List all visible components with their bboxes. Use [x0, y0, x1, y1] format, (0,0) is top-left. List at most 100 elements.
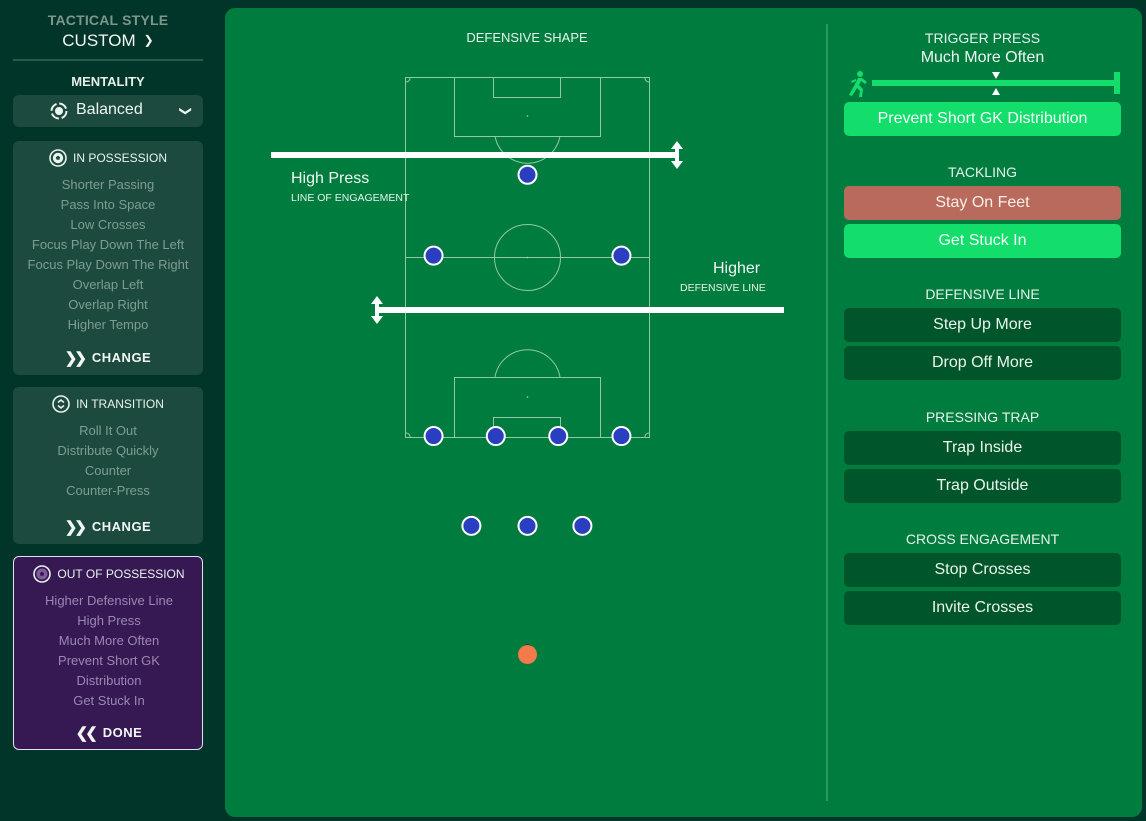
in-possession-change-button[interactable]: ❯❯ CHANGE	[13, 348, 203, 367]
in-possession-card: IN POSSESSION Shorter Passing Pass Into …	[13, 141, 203, 375]
player-marker-striker[interactable]	[517, 164, 538, 185]
mentality-value: Balanced	[76, 101, 143, 118]
out-of-possession-header: OUT OF POSSESSION	[14, 565, 204, 583]
player-dot	[518, 644, 537, 664]
stay-on-feet-button[interactable]: Stay On Feet	[844, 186, 1121, 220]
player-marker-mid-center-right[interactable]	[548, 426, 569, 447]
instruction-item: Focus Play Down The Left	[31, 237, 185, 252]
tactical-style-value: CUSTOM	[62, 31, 136, 50]
defensive-line	[377, 307, 784, 313]
player-marker-goalkeeper[interactable]	[518, 644, 537, 664]
player-marker-mid-right[interactable]	[611, 426, 632, 447]
bottom-penalty-spot	[526, 396, 529, 398]
mentality-balanced-icon	[50, 102, 68, 120]
player-marker-mid-center-left[interactable]	[485, 426, 506, 447]
prevent-short-gk-distribution-button[interactable]: Prevent Short GK Distribution	[844, 102, 1121, 136]
tackling-title: TACKLING	[948, 164, 1017, 180]
defensive-line-title: DEFENSIVE LINE	[925, 286, 1040, 302]
top-penalty-area	[454, 77, 601, 137]
player-marker-att-mid-right[interactable]	[611, 245, 632, 266]
double-chevron-left-icon: ❮❮	[75, 725, 98, 742]
player-dot	[517, 164, 538, 185]
instruction-item: Counter	[84, 463, 132, 478]
step-up-more-button[interactable]: Step Up More	[844, 308, 1121, 342]
cross-engagement-title: CROSS ENGAGEMENT	[905, 531, 1060, 547]
chevron-down-icon: ❯	[143, 33, 154, 47]
get-stuck-in-button[interactable]: Get Stuck In	[844, 224, 1121, 258]
out-of-possession-icon	[33, 565, 52, 583]
player-marker-mid-left[interactable]	[423, 426, 444, 447]
instruction-item: Overlap Left	[72, 277, 144, 292]
player-marker-cb-center[interactable]	[517, 515, 538, 536]
instruction-item: Overlap Right	[68, 297, 148, 312]
change-label: CHANGE	[91, 519, 152, 534]
player-marker-att-mid-left[interactable]	[423, 245, 444, 266]
out-of-possession-card: OUT OF POSSESSION Higher Defensive Line …	[13, 556, 203, 750]
corner-arc	[405, 432, 411, 438]
sidebar: TACTICAL STYLE CUSTOM ❯ MENTALITY Balance…	[13, 0, 203, 821]
stop-crosses-button[interactable]: Stop Crosses	[844, 553, 1121, 587]
out-of-possession-title: OUT OF POSSESSION	[57, 567, 185, 581]
slider-thumb-marker[interactable]	[992, 88, 1000, 95]
vertical-divider	[826, 24, 828, 801]
player-marker-cb-right[interactable]	[572, 515, 593, 536]
instruction-item: Shorter Passing	[61, 177, 155, 192]
in-transition-header: IN TRANSITION	[13, 395, 203, 413]
top-penalty-arc	[494, 135, 561, 164]
done-label: DONE	[102, 725, 143, 740]
player-dot	[517, 515, 538, 536]
slider-track[interactable]	[872, 80, 1120, 86]
pitch-diagram	[271, 77, 784, 664]
line-of-engagement-label: LINE OF ENGAGEMENT	[291, 192, 410, 204]
in-transition-card: IN TRANSITION Roll It Out Distribute Qui…	[13, 387, 203, 544]
line-of-engagement-value: High Press	[291, 170, 370, 187]
slider-thumb-marker[interactable]	[992, 72, 1000, 79]
instruction-item: Low Crosses	[70, 217, 146, 232]
invite-crosses-button[interactable]: Invite Crosses	[844, 591, 1121, 625]
trap-outside-button[interactable]: Trap Outside	[844, 469, 1121, 503]
player-dot	[461, 515, 482, 536]
instruction-item: Focus Play Down The Right	[27, 257, 189, 272]
bottom-penalty-arc	[494, 349, 561, 378]
player-dot	[611, 426, 632, 447]
corner-arc	[405, 77, 411, 83]
player-dot	[611, 245, 632, 266]
instruction-item: Get Stuck In	[73, 693, 145, 708]
pressing-trap-title: PRESSING TRAP	[925, 409, 1040, 425]
players-layer	[423, 164, 632, 664]
mentality-dropdown[interactable]: Balanced ❯	[13, 95, 203, 127]
instruction-item: High Press	[77, 613, 141, 628]
out-of-possession-done-button[interactable]: ❮❮ DONE	[14, 723, 204, 742]
player-dot	[572, 515, 593, 536]
instruction-item: Higher Defensive Line	[45, 593, 173, 608]
center-spot	[526, 256, 529, 259]
in-transition-change-button[interactable]: ❯❯ CHANGE	[13, 517, 203, 536]
transition-icon	[52, 395, 70, 413]
trigger-press-value: Much More Often	[920, 49, 1045, 66]
instruction-item: Higher Tempo	[67, 317, 149, 332]
in-possession-header: IN POSSESSION	[13, 149, 203, 167]
drop-off-more-button[interactable]: Drop Off More	[844, 346, 1121, 380]
double-chevron-right-icon: ❯❯	[64, 350, 87, 367]
slider-end-cap	[1114, 72, 1120, 94]
player-marker-cb-left[interactable]	[461, 515, 482, 536]
trigger-press-slider[interactable]	[844, 70, 1121, 100]
tactical-style-dropdown[interactable]: CUSTOM ❯	[13, 31, 203, 51]
top-goal-area	[493, 77, 561, 98]
instruction-item: Counter-Press	[66, 483, 150, 498]
line-of-engagement	[271, 152, 679, 158]
defensive-line-label: DEFENSIVE LINE	[680, 282, 766, 294]
instruction-item: Distribution	[76, 673, 142, 688]
instruction-item: Prevent Short GK	[58, 653, 160, 668]
trigger-press-title: TRIGGER PRESS	[924, 30, 1041, 46]
in-possession-title: IN POSSESSION	[72, 151, 168, 165]
divider	[13, 59, 203, 61]
change-label: CHANGE	[91, 350, 152, 365]
top-penalty-spot	[526, 115, 529, 117]
in-transition-title: IN TRANSITION	[76, 397, 164, 411]
trap-inside-button[interactable]: Trap Inside	[844, 431, 1121, 465]
player-dot	[548, 426, 569, 447]
double-chevron-right-icon: ❯❯	[64, 519, 87, 536]
corner-arc	[644, 77, 650, 83]
player-dot	[423, 426, 444, 447]
